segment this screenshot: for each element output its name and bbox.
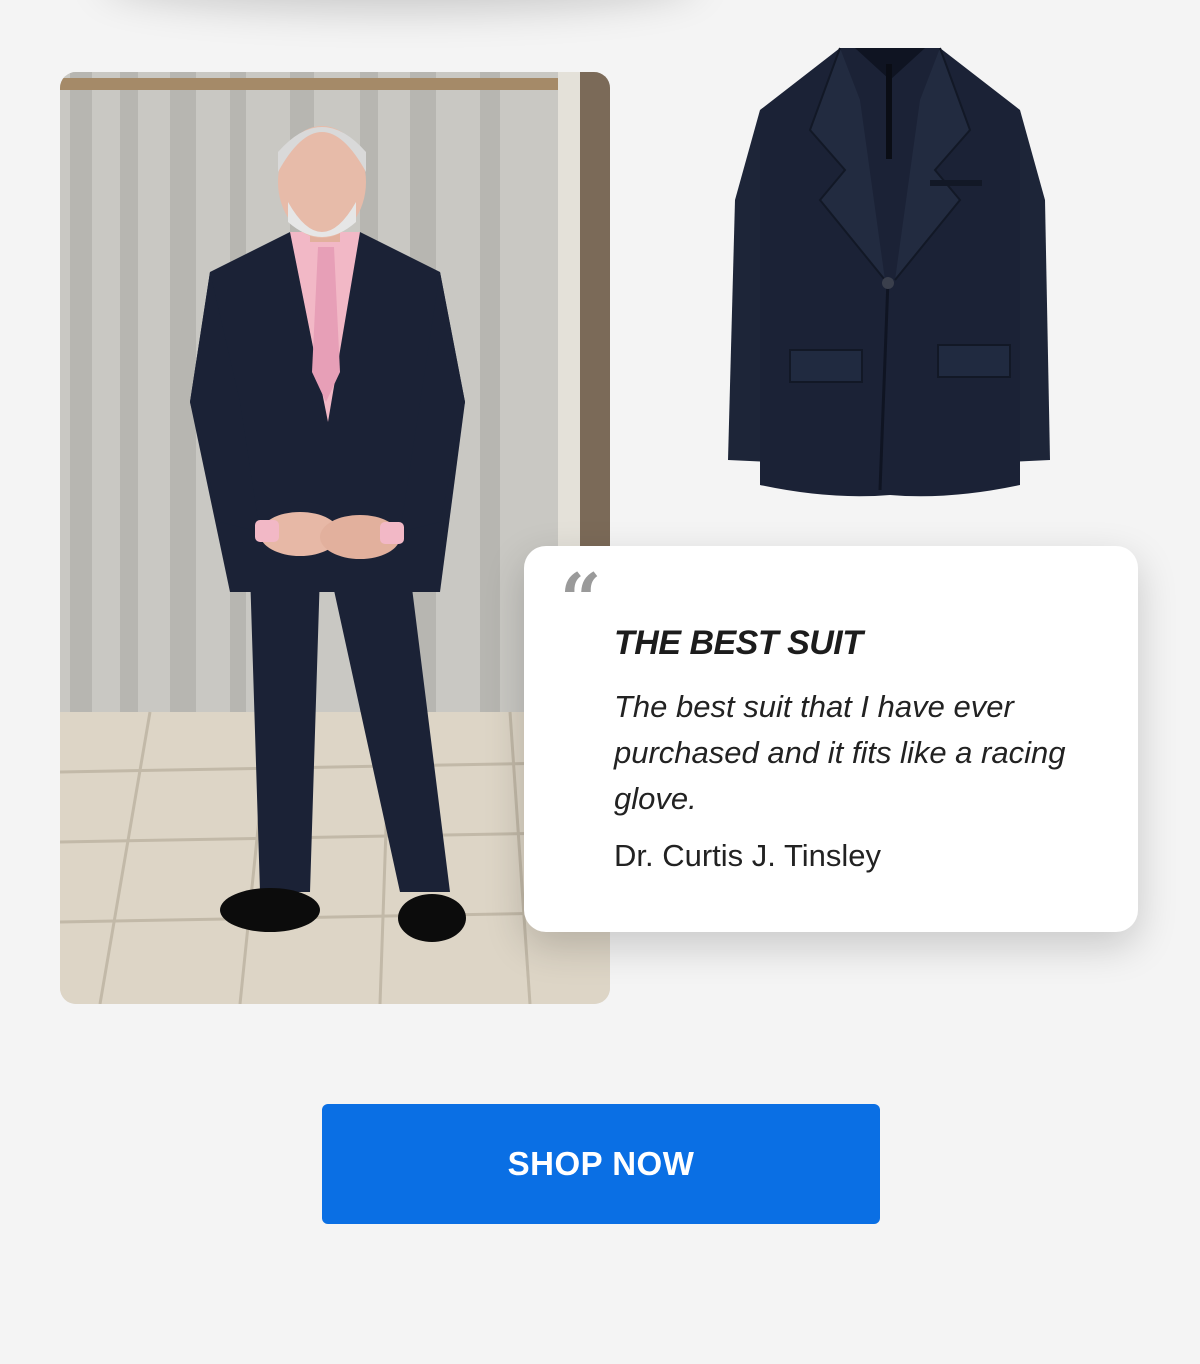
review-title: THE BEST SUIT xyxy=(614,624,863,662)
review-card: “ THE BEST SUIT The best suit that I hav… xyxy=(524,546,1138,932)
suit-jacket-image xyxy=(720,40,1060,510)
quote-mark-icon: “ xyxy=(560,557,602,642)
shop-now-button[interactable]: SHOP NOW xyxy=(322,1104,880,1224)
review-author: Dr. Curtis J. Tinsley xyxy=(614,838,881,873)
review-body: The best suit that I have ever purchased… xyxy=(614,689,1066,816)
